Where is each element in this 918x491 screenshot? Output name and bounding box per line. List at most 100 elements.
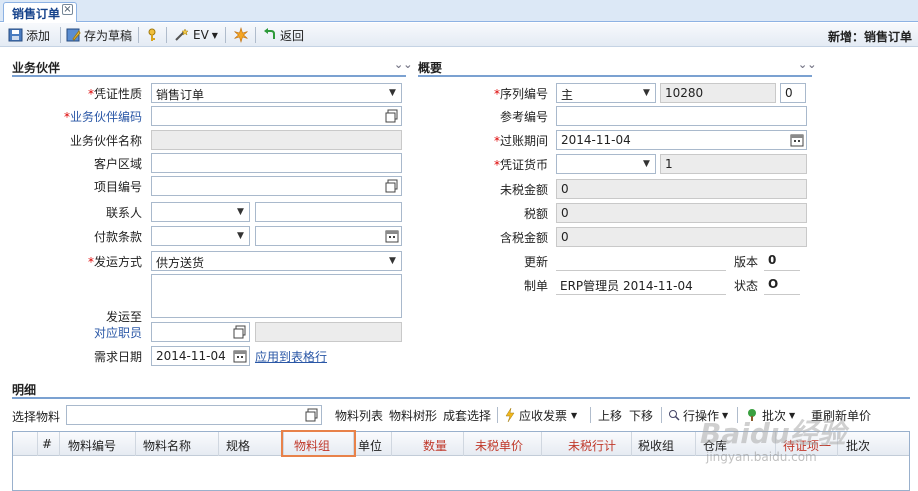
ev-menu-button[interactable]: EV ▼ <box>174 26 218 44</box>
update-label: 更新 <box>523 255 548 269</box>
ev-label: EV <box>193 28 209 42</box>
invoice-label: 应收发票 <box>519 408 568 423</box>
chevron-down-icon[interactable]: ▼ <box>384 84 401 102</box>
partner-code-label[interactable]: 业务伙伴编码 <box>40 108 142 125</box>
chevron-down-icon[interactable]: ▼ <box>232 227 249 245</box>
material-tree-button[interactable]: 物料树形 <box>389 404 437 426</box>
partner-code-input[interactable] <box>151 106 402 126</box>
voucher-type-label: 凭证性质 <box>40 85 142 102</box>
col-header-batch[interactable]: 批次 <box>846 437 870 454</box>
update-field <box>556 251 726 271</box>
serial-number-field: 10280 <box>660 83 776 103</box>
col-header-quantity[interactable]: 数量 <box>423 437 447 454</box>
ship-to-textarea[interactable] <box>151 274 402 318</box>
save-draft-label: 存为草稿 <box>84 28 133 43</box>
payment-terms-input[interactable] <box>255 226 402 246</box>
lookup-icon[interactable] <box>384 178 400 194</box>
col-header-net-price[interactable]: 未税单价 <box>475 437 523 454</box>
chevron-down-icon[interactable]: ▼ <box>638 84 655 102</box>
currency-label: 凭证货币 <box>446 156 548 173</box>
lookup-icon[interactable] <box>304 407 320 423</box>
material-group-highlight <box>281 430 356 457</box>
tax-amount-label: 税额 <box>523 207 548 221</box>
collapse-icon[interactable]: ⌄⌄ <box>394 58 412 71</box>
reference-input[interactable] <box>556 106 807 126</box>
post-date-label: 过账期间 <box>446 132 548 149</box>
col-header-spec[interactable]: 规格 <box>226 437 250 454</box>
col-header-material-code[interactable]: 物料编号 <box>68 437 116 454</box>
search-icon <box>669 410 680 421</box>
select-material-label: 选择物料 <box>12 410 61 424</box>
serial-series-select[interactable]: 主 ▼ <box>556 83 656 103</box>
summary-section-title: 概要 <box>418 61 443 75</box>
apply-to-rows-link[interactable]: 应用到表格行 <box>255 348 327 365</box>
close-icon[interactable]: × <box>62 4 73 15</box>
reference-label: 参考编号 <box>499 110 548 124</box>
calendar-icon[interactable] <box>384 228 400 244</box>
move-up-button[interactable]: 上移 <box>598 404 622 426</box>
invoice-menu-button[interactable]: 应收发票 ▼ <box>505 404 577 426</box>
add-button[interactable]: 添加 <box>8 26 50 44</box>
col-header-unit[interactable]: 单位 <box>358 437 382 454</box>
employee-label[interactable]: 对应职员 <box>40 324 142 341</box>
gross-amount-label: 含税金额 <box>499 231 548 245</box>
chevron-down-icon[interactable]: ▼ <box>232 203 249 221</box>
creator-label: 制单 <box>523 279 548 293</box>
employee-input[interactable] <box>151 322 250 342</box>
status-field: O <box>764 275 800 295</box>
back-label: 返回 <box>280 28 305 43</box>
chevron-down-icon: ▼ <box>571 410 578 420</box>
chevron-down-icon: ▼ <box>211 30 218 40</box>
back-button[interactable]: 返回 <box>263 26 304 44</box>
ship-method-value: 供方送货 <box>156 256 205 270</box>
req-date-input[interactable]: 2014-11-04 <box>151 346 250 366</box>
post-date-input[interactable]: 2014-11-04 <box>556 130 807 150</box>
asterisk-icon <box>234 27 248 43</box>
set-select-button[interactable]: 成套选择 <box>443 404 491 426</box>
voucher-type-value: 销售订单 <box>156 88 205 102</box>
key-icon <box>148 28 156 41</box>
col-header-net-total[interactable]: 未税行计 <box>568 437 616 454</box>
contact-select[interactable]: ▼ <box>151 202 250 222</box>
detail-section-title: 明细 <box>12 383 37 397</box>
lookup-icon[interactable] <box>232 324 248 340</box>
toolbar-divider <box>590 407 591 423</box>
region-input[interactable] <box>151 153 402 173</box>
calendar-icon[interactable] <box>789 132 805 148</box>
col-header-material-name[interactable]: 物料名称 <box>143 437 191 454</box>
serial-label: 序列编号 <box>446 85 548 102</box>
wand-icon <box>175 28 189 41</box>
ship-method-label: 发运方式 <box>40 253 142 270</box>
col-header-index[interactable]: # <box>42 437 52 451</box>
save-draft-button[interactable]: 存为草稿 <box>66 26 132 44</box>
contact-detail-input[interactable] <box>255 202 402 222</box>
req-date-label: 需求日期 <box>93 350 142 364</box>
chevron-down-icon[interactable]: ▼ <box>384 252 401 270</box>
project-input[interactable] <box>151 176 402 196</box>
col-header-tax-group[interactable]: 税收组 <box>638 437 674 454</box>
creator-field: ERP管理员 2014-11-04 <box>556 275 726 295</box>
toolbar-divider <box>661 407 662 423</box>
toolbar-divider <box>255 27 256 43</box>
partner-section-title: 业务伙伴 <box>12 61 61 75</box>
project-label: 项目编号 <box>93 180 142 194</box>
select-material-input[interactable] <box>66 405 322 425</box>
toolbar-divider <box>225 27 226 43</box>
move-down-button[interactable]: 下移 <box>629 404 653 426</box>
collapse-icon[interactable]: ⌄⌄ <box>798 58 816 71</box>
tab-label: 销售订单 <box>12 7 61 21</box>
tab-sales-order[interactable]: 销售订单 × <box>3 2 77 22</box>
payment-terms-select[interactable]: ▼ <box>151 226 250 246</box>
key-button[interactable] <box>146 26 158 44</box>
exchange-rate-field: 1 <box>660 154 807 174</box>
toolbar-divider <box>138 27 139 43</box>
ship-method-select[interactable]: 供方送货 ▼ <box>151 251 402 271</box>
voucher-type-select[interactable]: 销售订单 ▼ <box>151 83 402 103</box>
material-list-button[interactable]: 物料列表 <box>335 404 383 426</box>
star-button[interactable] <box>233 26 249 44</box>
currency-select[interactable]: ▼ <box>556 154 656 174</box>
chevron-down-icon[interactable]: ▼ <box>638 155 655 173</box>
serial-suffix-field: 0 <box>780 83 806 103</box>
lookup-icon[interactable] <box>384 108 400 124</box>
calendar-icon[interactable] <box>232 348 248 364</box>
